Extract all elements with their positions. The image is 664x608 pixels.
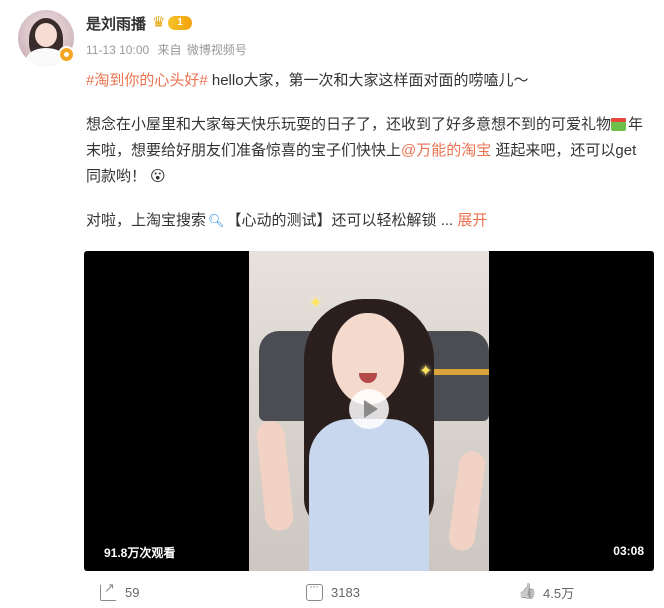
post-paragraph-1: #淘到你的心头好# hello大家，第一次和大家这样面对面的唠嗑儿～ xyxy=(86,68,650,94)
share-count: 59 xyxy=(125,584,140,600)
post-meta: 11-13 10:00 来自 微博视频号 xyxy=(86,41,252,58)
like-button[interactable]: 4.5万 xyxy=(518,581,574,603)
level-badge[interactable]: 1 xyxy=(168,16,192,30)
post-paragraph-2: 想念在小屋里和大家每天快乐玩耍的日子了，还收到了好多意想不到的可爱礼物 年末啦，想… xyxy=(86,112,650,190)
post-actions: 59 3183 4.5万 xyxy=(84,578,654,608)
post-paragraph-3: 对啦，上淘宝搜索 🔍︎ 【心动的测试】还可以轻松解锁 ... 展开 xyxy=(86,208,650,234)
post-text: 对啦，上淘宝搜索 xyxy=(86,212,207,229)
post-text: 【心动的测试】还可以轻松解锁 ... xyxy=(226,212,458,229)
thumbs-up-icon xyxy=(518,584,535,601)
comment-count: 3183 xyxy=(331,584,360,600)
mention-link[interactable]: @万能的淘宝 xyxy=(401,142,491,159)
like-count: 4.5万 xyxy=(543,585,575,601)
surprised-emoji-icon: 😮 xyxy=(150,168,166,185)
source-prefix: 来自 xyxy=(157,43,182,57)
post-text: hello大家，第一次和大家这样面对面的唠嗑儿～ xyxy=(207,72,529,89)
topic-tag-link[interactable]: #淘到你的心头好# xyxy=(86,72,208,89)
sparkle-icon: ✦ xyxy=(419,363,433,380)
play-icon[interactable] xyxy=(349,389,389,429)
video-view-count: 91.8万次观看 xyxy=(104,546,176,560)
post-body: #淘到你的心头好# hello大家，第一次和大家这样面对面的唠嗑儿～ 想念在小屋… xyxy=(86,68,650,252)
post-text: 想念在小屋里和大家每天快乐玩耍的日子了，还收到了好多意想不到的可爱礼物 xyxy=(86,116,612,133)
post-source[interactable]: 微博视频号 xyxy=(187,43,247,57)
sparkle-icon: ✦ xyxy=(309,295,323,312)
share-button[interactable]: 59 xyxy=(100,580,140,603)
video-duration: 03:08 xyxy=(613,544,644,558)
video-player[interactable]: ✦ ✦ 91.8万次观看 03:08 xyxy=(84,251,654,571)
post-timestamp[interactable]: 11-13 10:00 xyxy=(86,43,149,57)
crown-icon: ♛ xyxy=(152,14,166,31)
magnifier-icon: 🔍︎ xyxy=(208,213,225,228)
comment-button[interactable]: 3183 xyxy=(306,579,360,603)
author-name[interactable]: 是刘雨播 xyxy=(86,13,146,34)
expand-link[interactable]: 展开 xyxy=(457,212,487,229)
gift-icon xyxy=(611,116,627,131)
verified-badge-icon xyxy=(58,46,75,63)
share-icon xyxy=(100,580,117,601)
comment-icon xyxy=(306,579,323,601)
